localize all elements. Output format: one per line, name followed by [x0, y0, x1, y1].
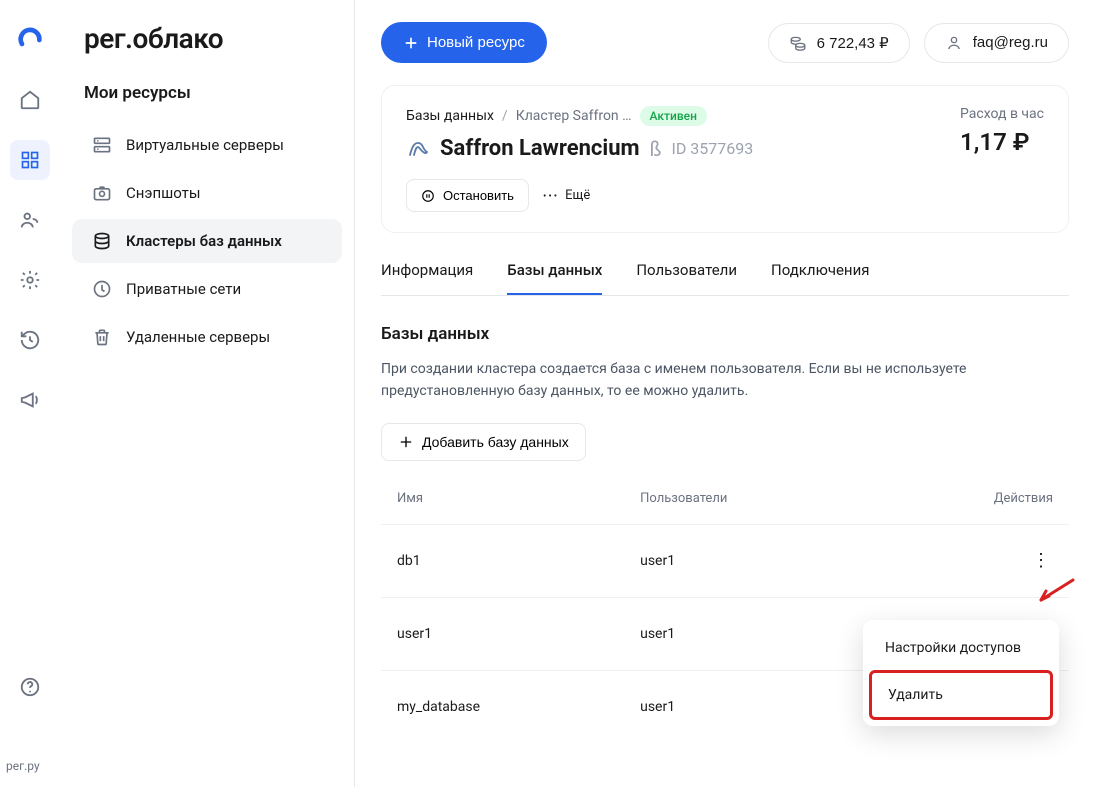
row-actions-button[interactable]: ⋮ — [1029, 549, 1053, 573]
section-description: При создании кластера создается база с и… — [381, 358, 1021, 403]
col-name: Имя — [381, 481, 624, 525]
cluster-card: Базы данных / Кластер Saffron … Активен … — [381, 85, 1069, 233]
sidebar-item-servers[interactable]: Виртуальные серверы — [72, 123, 342, 167]
cell-name: user1 — [381, 597, 624, 670]
server-icon — [92, 135, 112, 155]
topbar: Новый ресурс 6 722,43 ₽ faq@reg.ru — [381, 22, 1069, 63]
sidebar-item-snapshots[interactable]: Снэпшоты — [72, 171, 342, 215]
cell-user: user1 — [624, 670, 876, 743]
sidebar-item-label: Удаленные серверы — [126, 328, 270, 346]
cell-user: user1 — [624, 524, 876, 597]
trash-icon — [92, 327, 112, 347]
user-icon — [945, 34, 963, 52]
logo-icon[interactable] — [10, 20, 50, 60]
dots-icon — [543, 188, 559, 203]
sidebar-heading: Мои ресурсы — [60, 83, 354, 123]
cell-name: db1 — [381, 524, 624, 597]
col-actions: Действия — [876, 481, 1069, 525]
account-button[interactable]: faq@reg.ru — [924, 23, 1069, 63]
brand-title: рег.облако — [60, 22, 354, 83]
more-actions-button[interactable]: Ещё — [543, 188, 590, 203]
sidebar-item-deleted[interactable]: Удаленные серверы — [72, 315, 342, 359]
new-resource-button[interactable]: Новый ресурс — [381, 22, 547, 63]
resources-icon[interactable] — [10, 140, 50, 180]
cost-label: Расход в час — [960, 106, 1044, 122]
help-icon[interactable] — [10, 667, 50, 707]
col-users: Пользователи — [624, 481, 876, 525]
sidebar-item-label: Виртуальные серверы — [126, 136, 284, 154]
pause-icon — [421, 189, 435, 203]
breadcrumb-root[interactable]: Базы данных — [406, 108, 494, 124]
mysql-icon — [406, 137, 430, 161]
row-actions-menu: Настройки доступов Удалить — [863, 620, 1059, 726]
tab-connections[interactable]: Подключения — [771, 261, 869, 295]
rail-footer-label: рег.ру — [6, 759, 40, 773]
history-icon[interactable] — [10, 320, 50, 360]
plus-icon — [403, 35, 419, 51]
home-icon[interactable] — [10, 80, 50, 120]
sidebar-item-label: Кластеры баз данных — [126, 232, 282, 250]
sidebar-item-label: Приватные сети — [126, 280, 241, 298]
section-title: Базы данных — [381, 324, 1069, 344]
beta-label: ß — [650, 137, 662, 161]
cluster-title: Saffron Lawrencium — [440, 136, 640, 161]
users-icon[interactable] — [10, 200, 50, 240]
cluster-id: ID 3577693 — [671, 139, 753, 158]
cost-value: 1,17 ₽ — [960, 128, 1044, 156]
balance-button[interactable]: 6 722,43 ₽ — [768, 23, 910, 63]
table-row: db1 user1 ⋮ — [381, 524, 1069, 597]
tab-databases[interactable]: Базы данных — [507, 261, 602, 295]
tab-info[interactable]: Информация — [381, 261, 473, 295]
database-icon — [92, 231, 112, 251]
sidebar-item-networks[interactable]: Приватные сети — [72, 267, 342, 311]
menu-item-access-settings[interactable]: Настройки доступов — [869, 626, 1053, 670]
cell-user: user1 — [624, 597, 876, 670]
settings-icon[interactable] — [10, 260, 50, 300]
add-database-button[interactable]: Добавить базу данных — [381, 423, 586, 461]
plus-icon — [398, 434, 414, 450]
stop-button[interactable]: Остановить — [406, 179, 529, 212]
menu-item-delete[interactable]: Удалить — [869, 670, 1053, 720]
network-icon — [92, 279, 112, 299]
breadcrumb-current: Кластер Saffron … — [516, 108, 632, 124]
nav-rail: рег.ру — [0, 0, 60, 787]
tabs: Информация Базы данных Пользователи Подк… — [381, 261, 1069, 296]
breadcrumb: Базы данных / Кластер Saffron … Активен — [406, 106, 753, 126]
status-badge: Активен — [640, 106, 707, 126]
sidebar-item-db-clusters[interactable]: Кластеры баз данных — [72, 219, 342, 263]
tab-users[interactable]: Пользователи — [636, 261, 737, 295]
coins-icon — [789, 34, 807, 52]
sidebar-item-label: Снэпшоты — [126, 184, 201, 202]
camera-icon — [92, 183, 112, 203]
sidebar: рег.облако Мои ресурсы Виртуальные серве… — [60, 0, 355, 787]
cell-name: my_database — [381, 670, 624, 743]
announce-icon[interactable] — [10, 380, 50, 420]
